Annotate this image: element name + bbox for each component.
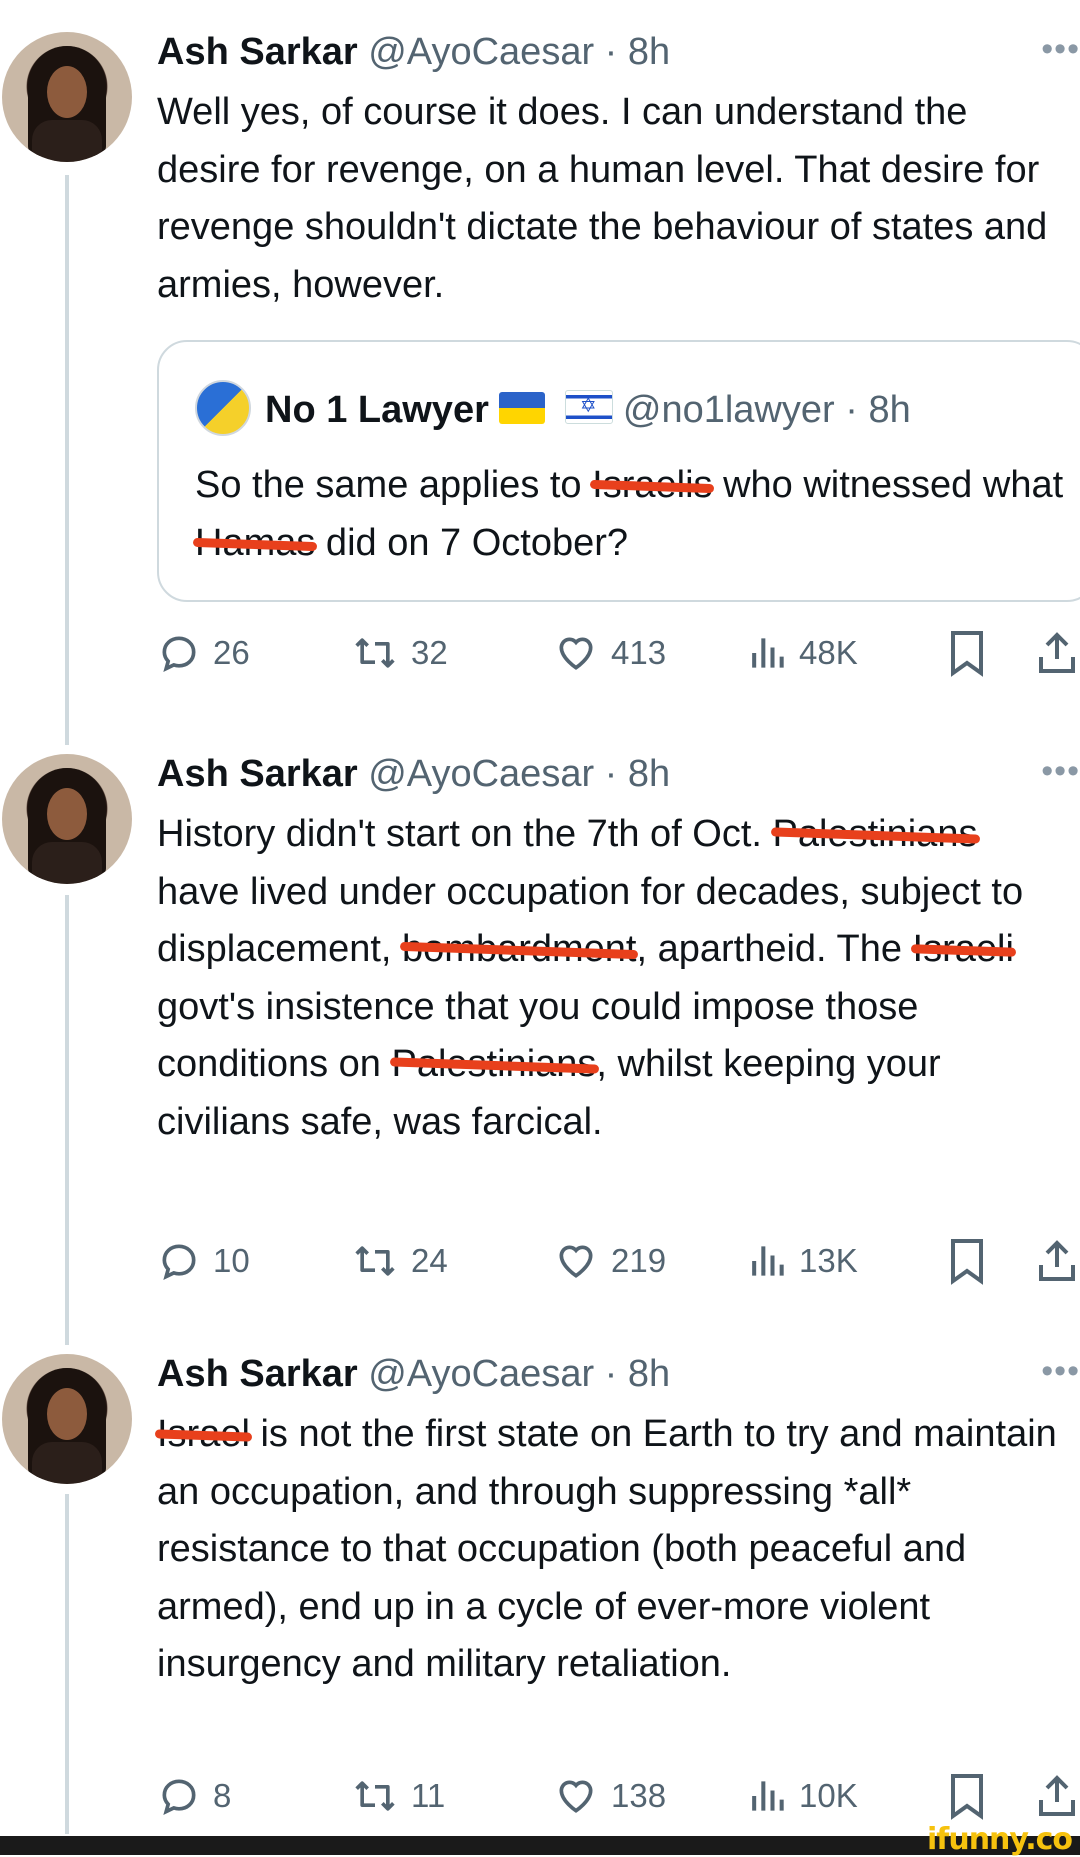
retweet-count: 32 (411, 634, 448, 671)
author-handle[interactable]: @AyoCaesar (368, 1353, 594, 1395)
quote-avatar[interactable] (195, 380, 251, 436)
bookmark-button[interactable] (947, 1766, 987, 1826)
bookmark-button[interactable] (947, 1231, 987, 1291)
views-count: 13K (799, 1242, 858, 1279)
reply-count: 26 (213, 634, 250, 671)
bookmark-icon (951, 1774, 983, 1820)
redacted-word: Hamas (195, 521, 316, 564)
views-icon (752, 1246, 784, 1276)
retweet-count: 24 (411, 1242, 448, 1279)
redacted-word: Israeli (912, 928, 1014, 970)
tweet[interactable]: Ash Sarkar @AyoCaesar · 8h ••• Israel is… (0, 1320, 1080, 1835)
like-icon (559, 1245, 593, 1278)
redacted-word: Palestinians (391, 1043, 597, 1085)
quoted-tweet[interactable]: No 1 Lawyer@no1lawyer · 8h So the same a… (157, 340, 1080, 602)
retweet-button[interactable]: 11 (351, 1766, 445, 1826)
more-icon[interactable]: ••• (1041, 1352, 1080, 1391)
share-button[interactable] (1035, 1231, 1079, 1291)
tweet-header: Ash Sarkar @AyoCaesar · 8h (157, 1353, 671, 1395)
quote-timestamp: 8h (868, 389, 911, 431)
reply-icon (162, 1244, 196, 1281)
more-icon[interactable]: ••• (1041, 752, 1080, 791)
author-name[interactable]: Ash Sarkar (157, 1353, 358, 1395)
views-count: 10K (799, 1777, 858, 1814)
action-bar: 10 24 219 13K (157, 1231, 1080, 1291)
quote-author-name[interactable]: No 1 Lawyer (265, 389, 489, 431)
author-name[interactable]: Ash Sarkar (157, 31, 358, 73)
reply-icon (162, 1779, 196, 1816)
reply-count: 10 (213, 1242, 250, 1279)
retweet-button[interactable]: 24 (351, 1231, 448, 1291)
bookmark-icon (951, 631, 983, 677)
tweet-header: Ash Sarkar @AyoCaesar · 8h (157, 753, 671, 795)
timestamp[interactable]: 8h (628, 31, 670, 73)
bookmark-icon (951, 1239, 983, 1285)
reply-icon (162, 636, 196, 673)
like-button[interactable]: 219 (553, 1231, 666, 1291)
retweet-icon (355, 1246, 395, 1276)
tweet-header: Ash Sarkar @AyoCaesar · 8h (157, 31, 671, 73)
redacted-word: bombardment (402, 928, 637, 970)
retweet-count: 11 (411, 1777, 446, 1814)
views-count: 48K (799, 634, 858, 671)
retweet-button[interactable]: 32 (351, 623, 448, 683)
retweet-icon (355, 638, 395, 668)
tweet-text: History didn't start on the 7th of Oct. … (157, 813, 1024, 1143)
share-button[interactable] (1035, 1766, 1079, 1826)
author-name[interactable]: Ash Sarkar (157, 753, 358, 795)
watermark-bar (0, 1836, 1080, 1855)
quote-author-handle[interactable]: @no1lawyer (623, 389, 835, 431)
retweet-icon (355, 1781, 395, 1811)
views-button[interactable]: 10K (747, 1766, 858, 1826)
reply-button[interactable]: 8 (157, 1766, 231, 1826)
share-icon (1039, 632, 1075, 673)
like-icon (559, 637, 593, 670)
reply-button[interactable]: 10 (157, 1231, 250, 1291)
views-icon (752, 638, 784, 668)
tweet-text: Well yes, of course it does. I can under… (157, 91, 1048, 306)
redacted-word: Israelis (592, 464, 713, 506)
quote-header: No 1 Lawyer@no1lawyer · 8h (195, 380, 911, 436)
like-count: 219 (611, 1242, 667, 1279)
timestamp[interactable]: 8h (628, 1353, 670, 1395)
like-button[interactable]: 413 (553, 623, 666, 683)
reply-button[interactable]: 26 (157, 623, 250, 683)
like-count: 138 (611, 1777, 667, 1814)
views-button[interactable]: 13K (747, 1231, 858, 1291)
tweet-text: Israel is not the first state on Earth t… (157, 1413, 1057, 1685)
like-button[interactable]: 138 (553, 1766, 666, 1826)
ukraine-flag-icon (498, 392, 545, 424)
quote-text: So the same applies to Israelis who witn… (195, 464, 1064, 564)
redacted-word: Palestinians (772, 813, 978, 855)
bookmark-button[interactable] (947, 623, 987, 683)
views-icon (752, 1781, 784, 1811)
action-bar: 8 11 138 10K (157, 1766, 1080, 1826)
tweet[interactable]: Ash Sarkar @AyoCaesar · 8h ••• Well yes,… (0, 0, 1080, 720)
author-handle[interactable]: @AyoCaesar (368, 753, 594, 795)
israel-flag-icon (564, 390, 613, 424)
more-icon[interactable]: ••• (1041, 30, 1080, 69)
redacted-word: Israel (157, 1413, 250, 1455)
views-button[interactable]: 48K (747, 623, 858, 683)
like-icon (559, 1780, 593, 1813)
timestamp[interactable]: 8h (628, 753, 670, 795)
like-count: 413 (611, 634, 667, 671)
author-handle[interactable]: @AyoCaesar (368, 31, 594, 73)
action-bar: 26 32 413 48K (157, 623, 1080, 683)
share-button[interactable] (1035, 623, 1079, 683)
reply-count: 8 (213, 1777, 232, 1814)
share-icon (1039, 1775, 1075, 1816)
avatar[interactable] (2, 754, 132, 884)
tweet[interactable]: Ash Sarkar @AyoCaesar · 8h ••• History d… (0, 720, 1080, 1340)
watermark-logo: ifunny.co (927, 1822, 1073, 1857)
share-icon (1039, 1240, 1075, 1281)
avatar[interactable] (2, 32, 132, 162)
avatar[interactable] (2, 1354, 132, 1484)
